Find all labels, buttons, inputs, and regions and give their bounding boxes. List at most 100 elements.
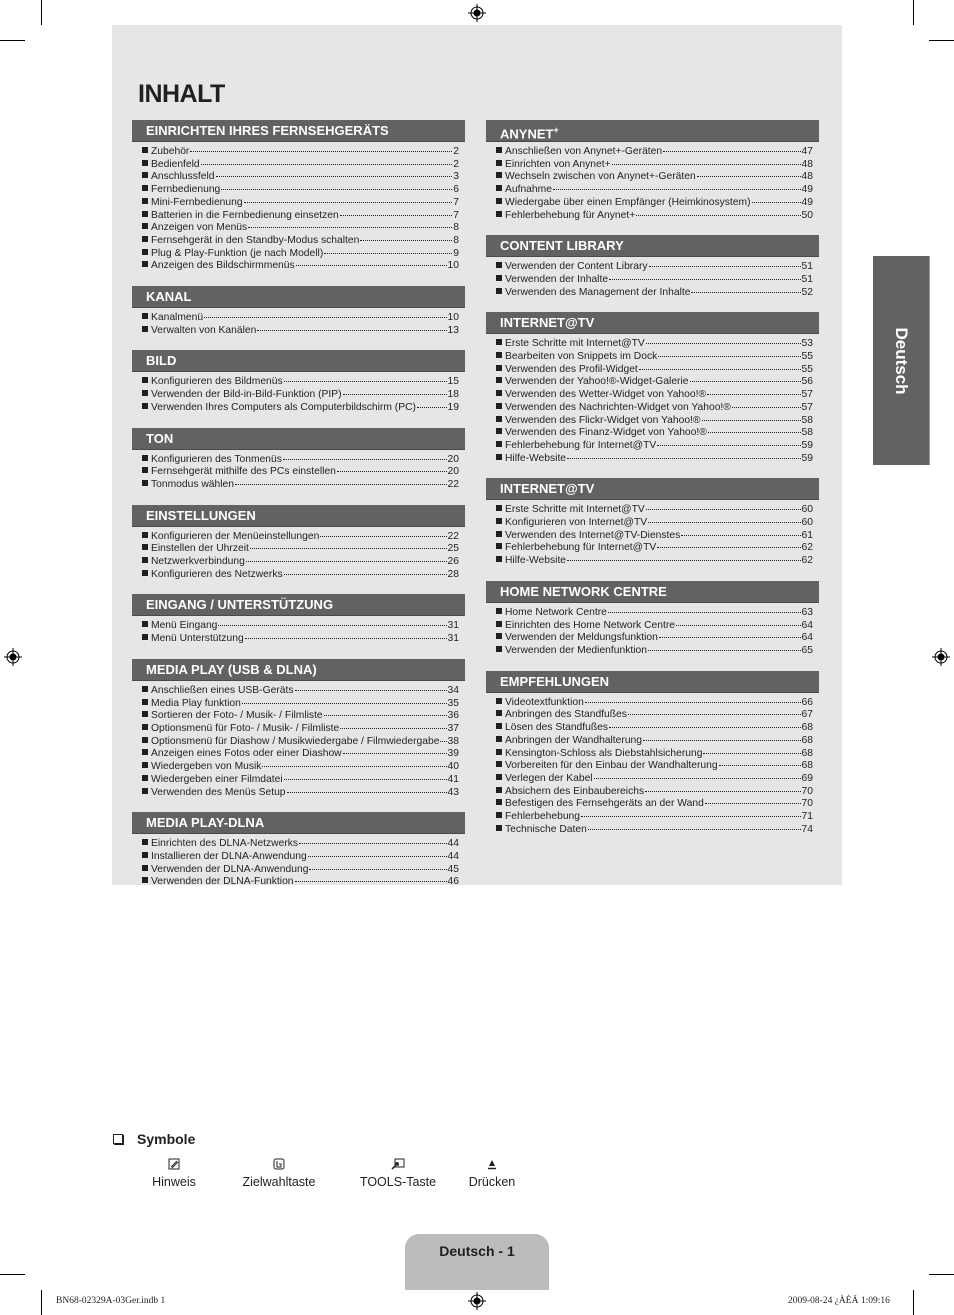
toc-entry[interactable]: Wiedergeben einer Filmdatei 41 xyxy=(142,774,465,787)
crop-mark xyxy=(0,40,25,41)
toc-entry[interactable]: Plug & Play-Funktion (je nach Modell) 9 xyxy=(142,248,465,261)
toc-entry[interactable]: Fernsehgerät in den Standby-Modus schalt… xyxy=(142,235,465,248)
toc-entry[interactable]: Anzeigen des Bildschirmmenüs 10 xyxy=(142,260,465,273)
toc-entry[interactable]: Einrichten des Home Network Centre 64 xyxy=(496,620,819,633)
toc-entry[interactable]: Fehlerbehebung für Internet@TV 62 xyxy=(496,542,819,555)
toc-entry[interactable]: Bearbeiten von Snippets im Dock 55 xyxy=(496,351,819,364)
toc-entry[interactable]: Hilfe-Website 62 xyxy=(496,555,819,568)
toc-entry[interactable]: Verwenden des Finanz-Widget von Yahoo!® 5… xyxy=(496,427,819,440)
toc-entry[interactable]: Verwenden der Bild-in-Bild-Funktion (PIP… xyxy=(142,389,465,402)
toc-entry[interactable]: Fehlerbehebung 71 xyxy=(496,811,819,824)
section-heading: EINGANG / UNTERSTÜTZUNG xyxy=(132,594,465,617)
toc-entry[interactable]: Verwenden der Medienfunktion 65 xyxy=(496,645,819,658)
toc-entry[interactable]: Verwenden der Content Library 51 xyxy=(496,261,819,274)
toc-entry-page: 67 xyxy=(801,709,813,721)
toc-entry[interactable]: Erste Schritte mit Internet@TV 60 xyxy=(496,504,819,517)
toc-entry[interactable]: Vorbereiten für den Einbau der Wandhalte… xyxy=(496,760,819,773)
toc-entry[interactable]: Kanalmenü 10 xyxy=(142,312,465,325)
toc-entry[interactable]: Konfigurieren des Bildmenüs 15 xyxy=(142,376,465,389)
toc-entry[interactable]: Verwalten von Kanälen 13 xyxy=(142,325,465,338)
toc-entry-page: 7 xyxy=(453,196,459,208)
toc-entry[interactable]: Verwenden des Internet@TV-Dienstes 61 xyxy=(496,530,819,543)
toc-entry[interactable]: Verwenden der Yahoo!®-Widget-Galerie 56 xyxy=(496,376,819,389)
dot-leader xyxy=(248,227,453,229)
toc-entry[interactable]: Verwenden des Profil-Widget 55 xyxy=(496,364,819,377)
toc-entry[interactable]: Tonmodus wählen 22 xyxy=(142,479,465,492)
square-bullet-icon xyxy=(496,390,502,397)
toc-entry[interactable]: Befestigen des Fernsehgeräts an der Wand… xyxy=(496,798,819,811)
toc-entry[interactable]: Kensington-Schloss als Diebstahlsicherun… xyxy=(496,748,819,761)
toc-entry[interactable]: Verwenden der Inhalte 51 xyxy=(496,274,819,287)
toc-entry[interactable]: Menü Eingang 31 xyxy=(142,620,465,633)
toc-entry[interactable]: Wiedergabe über einen Empfänger (Heimkin… xyxy=(496,197,819,210)
toc-entry[interactable]: Verwenden der Meldungsfunktion 64 xyxy=(496,632,819,645)
toc-entry[interactable]: Hilfe-Website 59 xyxy=(496,453,819,466)
toc-entry[interactable]: Lösen des Standfußes 68 xyxy=(496,722,819,735)
toc-entry[interactable]: Erste Schritte mit Internet@TV 53 xyxy=(496,338,819,351)
dot-leader xyxy=(339,214,453,216)
toc-entry[interactable]: Mini-Fernbedienung 7 xyxy=(142,197,465,210)
toc-entry[interactable]: Verwenden des Management der Inhalte 52 xyxy=(496,287,819,300)
toc-entry[interactable]: Batterien in die Fernbedienung einsetzen… xyxy=(142,210,465,223)
toc-entry[interactable]: Bedienfeld 2 xyxy=(142,159,465,172)
toc-entry[interactable]: Optionsmenü für Diashow / Musikwiedergab… xyxy=(142,736,465,749)
toc-entry[interactable]: Aufnahme 49 xyxy=(496,184,819,197)
toc-entry[interactable]: Technische Daten 74 xyxy=(496,824,819,837)
toc-entry[interactable]: Verwenden der DLNA-Funktion 46 xyxy=(142,876,465,889)
toc-entry[interactable]: Optionsmenü für Foto- / Musik- / Filmlis… xyxy=(142,723,465,736)
toc-entry[interactable]: Fehlerbehebung für Internet@TV 59 xyxy=(496,440,819,453)
toc-entry[interactable]: Konfigurieren der Menüeinstellungen 22 xyxy=(142,531,465,544)
toc-entry[interactable]: Fernbedienung 6 xyxy=(142,184,465,197)
toc-section: EMPFEHLUNGEN Videotextfunktion 66 Anbringen… xyxy=(486,670,819,842)
toc-entry[interactable]: Verwenden Ihres Computers als Computerbi… xyxy=(142,402,465,415)
crop-mark xyxy=(0,1274,25,1275)
square-bullet-icon xyxy=(496,274,502,281)
toc-entry[interactable]: Fehlerbehebung für Anynet+ 50 xyxy=(496,210,819,223)
toc-entry-label: Verlegen der Kabel xyxy=(505,772,593,784)
toc-entry[interactable]: Anzeigen von Menüs 8 xyxy=(142,222,465,235)
toc-entry[interactable]: Konfigurieren des Tonmenüs 20 xyxy=(142,454,465,467)
toc-entry-page: 34 xyxy=(447,684,459,696)
toc-entry[interactable]: Einrichten des DLNA-Netzwerks 44 xyxy=(142,838,465,851)
toc-entry[interactable]: Videotextfunktion 66 xyxy=(496,697,819,710)
square-bullet-icon xyxy=(142,723,148,730)
toc-entry[interactable]: Installieren der DLNA-Anwendung 44 xyxy=(142,851,465,864)
toc-entry[interactable]: Home Network Centre 63 xyxy=(496,607,819,620)
toc-entry[interactable]: Zubehör 2 xyxy=(142,146,465,159)
dot-leader xyxy=(243,201,453,203)
toc-entry[interactable]: Anbringen des Standfußes 67 xyxy=(496,709,819,722)
toc-entry[interactable]: Anschlussfeld 3 xyxy=(142,171,465,184)
toc-entry[interactable]: Sortieren der Foto- / Musik- / Filmliste… xyxy=(142,710,465,723)
square-bullet-icon xyxy=(142,787,148,794)
toc-entry[interactable]: Einrichten von Anynet+ 48 xyxy=(496,159,819,172)
toc-entry[interactable]: Konfigurieren des Netzwerks 28 xyxy=(142,569,465,582)
toc-entry[interactable]: Einstellen der Uhrzeit 25 xyxy=(142,543,465,556)
toc-entry[interactable]: Verwenden des Nachrichten-Widget von Yah… xyxy=(496,402,819,415)
toc-entry[interactable]: Anschließen von Anynet+-Geräten 47 xyxy=(496,146,819,159)
toc-entry[interactable]: Media Play funktion 35 xyxy=(142,698,465,711)
toc-entry-page: 46 xyxy=(447,876,459,888)
toc-entry-page: 26 xyxy=(447,556,459,568)
dot-leader xyxy=(340,727,447,729)
toc-entry[interactable]: Verwenden des Wetter-Widget von Yahoo!® 5… xyxy=(496,389,819,402)
toc-entry[interactable]: Konfigurieren von Internet@TV 60 xyxy=(496,517,819,530)
toc-entry[interactable]: Anzeigen eines Fotos oder einer Diashow 3… xyxy=(142,748,465,761)
toc-entry[interactable]: Wiedergeben von Musik 40 xyxy=(142,761,465,774)
toc-entry[interactable]: Verwenden des Flickr-Widget von Yahoo!® 5… xyxy=(496,415,819,428)
toc-entry[interactable]: Absichern des Einbaubereichs 70 xyxy=(496,786,819,799)
toc-entry[interactable]: Menü Unterstützung 31 xyxy=(142,633,465,646)
toc-entry[interactable]: Verwenden der DLNA-Anwendung 45 xyxy=(142,864,465,877)
dot-leader xyxy=(286,791,447,793)
toc-entry-page: 58 xyxy=(801,414,813,426)
footer-filename: BN68-02329A-03Ger.indb 1 xyxy=(56,1296,166,1306)
toc-entry[interactable]: Anbringen der Wandhalterung 68 xyxy=(496,735,819,748)
toc-entry-label: Fehlerbehebung für Internet@TV xyxy=(505,542,657,554)
toc-entry[interactable]: Verlegen der Kabel 69 xyxy=(496,773,819,786)
toc-entry-label: Verwenden der Meldungsfunktion xyxy=(505,632,658,644)
dot-leader xyxy=(218,625,447,627)
toc-entry[interactable]: Wechseln zwischen von Anynet+-Geräten 48 xyxy=(496,171,819,184)
toc-entry[interactable]: Fernsehgerät mithilfe des PCs einstellen… xyxy=(142,466,465,479)
toc-entry[interactable]: Verwenden des Menüs Setup 43 xyxy=(142,787,465,800)
toc-entry[interactable]: Netzwerkverbindung 26 xyxy=(142,556,465,569)
toc-entry[interactable]: Anschließen eines USB-Geräts 34 xyxy=(142,685,465,698)
